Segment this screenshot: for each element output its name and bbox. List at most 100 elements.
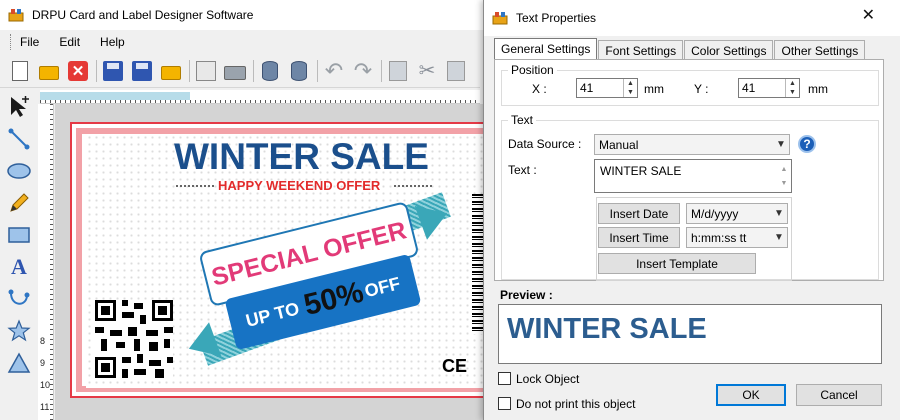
app-title: DRPU Card and Label Designer Software [32, 8, 254, 22]
discount-percent: 50% [300, 275, 367, 323]
copy-button[interactable] [386, 59, 410, 83]
spin-down-icon[interactable]: ▼ [786, 88, 799, 97]
tool-rectangle[interactable] [4, 220, 34, 250]
export-button[interactable] [159, 59, 183, 83]
print-button[interactable] [223, 59, 247, 83]
toolbar-separator [381, 59, 382, 82]
insert-template-button[interactable]: Insert Template [598, 253, 756, 274]
card-title-text[interactable]: WINTER SALE [174, 136, 434, 178]
database-button[interactable] [287, 59, 311, 83]
database-add-button[interactable] [258, 59, 282, 83]
x-position-input[interactable]: 41 ▲ ▼ [576, 78, 638, 98]
help-icon[interactable]: ? [798, 135, 816, 153]
app-logo-icon [8, 8, 24, 22]
open-button[interactable] [37, 59, 61, 83]
tab-color-settings[interactable]: Color Settings [684, 40, 774, 60]
menu-help[interactable]: Help [100, 35, 125, 49]
y-spin-arrows[interactable]: ▲ ▼ [785, 79, 799, 97]
save-disk-icon [103, 60, 123, 81]
spin-up-icon[interactable]: ▲ [786, 79, 799, 88]
rectangle-icon [8, 227, 30, 243]
properties-button[interactable] [194, 59, 218, 83]
insert-time-button[interactable]: Insert Time [598, 227, 680, 248]
tool-ellipse[interactable] [4, 156, 34, 186]
menubar-grip [10, 34, 14, 50]
dotted-divider-right [394, 185, 432, 187]
tool-triangle[interactable] [4, 348, 34, 378]
save-button[interactable] [101, 59, 125, 83]
undo-button[interactable]: ↶ [322, 59, 346, 83]
cancel-button[interactable]: Cancel [796, 384, 882, 406]
time-format-value: h:mm:ss tt [691, 230, 747, 245]
triangle-icon [7, 352, 31, 373]
time-format-select[interactable]: h:mm:ss tt ▼ [686, 227, 788, 248]
ruler-number: 10 [40, 380, 51, 390]
preview-box: WINTER SALE [498, 304, 882, 364]
toolbar-separator [189, 59, 190, 82]
spin-down-icon[interactable]: ▼ [624, 88, 637, 97]
tab-font-settings[interactable]: Font Settings [598, 40, 684, 60]
lock-object-checkbox[interactable] [498, 372, 511, 385]
y-unit-label: mm [808, 82, 828, 96]
text-input-value: WINTER SALE [600, 164, 682, 178]
data-source-label: Data Source : [508, 137, 582, 151]
date-format-select[interactable]: M/d/yyyy ▼ [686, 203, 788, 224]
text-tool-icon: A [11, 254, 27, 279]
tool-pencil[interactable] [4, 188, 34, 218]
data-source-select[interactable]: Manual ▼ [594, 134, 790, 155]
new-button[interactable] [8, 59, 32, 83]
select-arrow-icon [11, 96, 29, 117]
tool-star[interactable] [4, 316, 34, 346]
menu-edit[interactable]: Edit [59, 35, 80, 49]
close-x-icon: ✕ [68, 60, 88, 81]
text-scroll-arrows[interactable]: ▲ ▼ [779, 163, 789, 191]
tool-select[interactable] [4, 92, 34, 122]
tool-curve[interactable] [4, 284, 34, 314]
do-not-print-label: Do not print this object [516, 397, 636, 411]
date-format-value: M/d/yyyy [691, 206, 739, 221]
insert-date-button[interactable]: Insert Date [598, 203, 680, 224]
paste-icon [447, 60, 465, 81]
tab-other-settings[interactable]: Other Settings [774, 40, 866, 60]
dialog-close-icon[interactable]: ✕ [862, 8, 875, 24]
qr-code[interactable] [95, 300, 173, 378]
menu-file[interactable]: File [20, 35, 39, 49]
database-add-icon [262, 60, 278, 81]
tab-general-settings[interactable]: General Settings [494, 38, 598, 60]
card-subtitle-text[interactable]: HAPPY WEEKEND OFFER [218, 178, 418, 193]
copy-icon [389, 60, 407, 81]
undo-icon: ↶ [324, 57, 344, 83]
text-input[interactable]: WINTER SALE ▲ ▼ [594, 159, 792, 193]
y-position-input[interactable]: 41 ▲ ▼ [738, 78, 800, 98]
toolbar-separator [253, 59, 254, 82]
paste-button[interactable] [444, 59, 468, 83]
y-label: Y : [694, 82, 709, 96]
x-spin-arrows[interactable]: ▲ ▼ [623, 79, 637, 97]
ruler-number: 9 [40, 358, 46, 368]
close-button[interactable]: ✕ [66, 59, 90, 83]
toolbar-separator [96, 59, 97, 82]
new-document-icon [12, 60, 28, 81]
preview-label: Preview : [500, 288, 553, 302]
tool-text[interactable]: A [4, 252, 34, 282]
database-icon [291, 60, 307, 81]
x-label: X : [532, 82, 547, 96]
dialog-titlebar: Text Properties ✕ [484, 0, 900, 36]
ce-mark[interactable]: CE [442, 356, 467, 377]
cut-button[interactable]: ✂ [415, 59, 439, 83]
spin-up-icon[interactable]: ▲ [624, 79, 637, 88]
ok-button[interactable]: OK [716, 384, 786, 406]
toolbar-separator [317, 59, 318, 82]
dialog-title: Text Properties [516, 11, 597, 25]
redo-button[interactable]: ↷ [351, 59, 375, 83]
dotted-divider-left [176, 185, 214, 187]
save-as-button[interactable] [130, 59, 154, 83]
ellipse-icon [7, 163, 31, 179]
tool-line[interactable] [4, 124, 34, 154]
dialog-app-icon [492, 11, 508, 25]
lock-object-label: Lock Object [516, 372, 580, 386]
ruler-number: 11 [40, 402, 50, 412]
star-icon [7, 319, 31, 342]
line-icon [8, 128, 30, 150]
do-not-print-checkbox[interactable] [498, 397, 511, 410]
